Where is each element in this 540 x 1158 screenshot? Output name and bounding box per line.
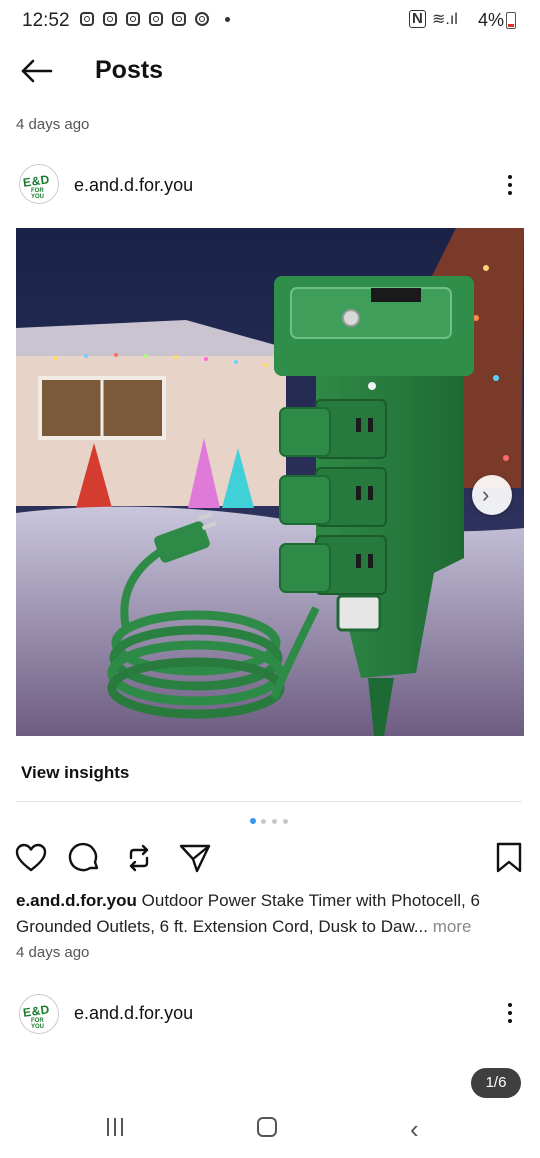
instagram-icon — [80, 12, 94, 26]
status-bar: 12:52 N ≋.ıl 4% — [0, 0, 540, 42]
post-caption: e.and.d.for.you Outdoor Power Stake Time… — [16, 888, 528, 940]
product-photo — [16, 228, 524, 736]
image-page-counter: 1/6 — [471, 1068, 521, 1098]
carousel-dot — [272, 819, 277, 824]
status-time: 12:52 — [22, 10, 70, 31]
save-button[interactable] — [492, 841, 526, 875]
arrow-left-icon — [21, 59, 53, 83]
back-button[interactable] — [18, 54, 54, 90]
post-time: 4 days ago — [16, 944, 90, 961]
repost-button[interactable] — [122, 841, 156, 875]
battery-icon — [506, 12, 516, 29]
instagram-icon — [172, 12, 186, 26]
view-insights-link[interactable]: View insights — [21, 763, 129, 783]
avatar-logo-subtext: FOR YOU — [31, 1018, 45, 1030]
wifi-signal-icon: ≋.ıl — [432, 11, 458, 28]
comment-icon — [68, 842, 99, 872]
carousel-dot — [283, 819, 288, 824]
chevron-right-icon: › — [482, 482, 490, 507]
next-post-username[interactable]: e.and.d.for.you — [74, 1003, 193, 1024]
page-title: Posts — [95, 56, 164, 84]
comment-button[interactable] — [68, 841, 102, 875]
system-back-button[interactable]: ‹ — [410, 1114, 419, 1145]
battery-percent: 4% — [478, 10, 505, 30]
recent-apps-button[interactable] — [105, 1118, 127, 1138]
caption-more-link[interactable]: more — [428, 917, 472, 936]
carousel-dot — [261, 819, 266, 824]
share-button[interactable] — [178, 841, 212, 875]
avatar[interactable]: E&D FOR YOU — [19, 994, 59, 1034]
instagram-icon — [126, 12, 140, 26]
instagram-icon — [103, 12, 117, 26]
caption-username[interactable]: e.and.d.for.you — [16, 891, 137, 910]
avatar[interactable]: E&D FOR YOU — [19, 164, 59, 204]
bookmark-icon — [496, 842, 522, 873]
repost-icon — [129, 844, 149, 872]
more-options-button[interactable] — [498, 170, 522, 200]
divider — [16, 801, 522, 802]
more-notifications-dot — [225, 17, 230, 22]
carousel-dot — [250, 818, 256, 824]
home-button[interactable] — [257, 1117, 277, 1137]
previous-post-time: 4 days ago — [16, 116, 90, 133]
threads-icon — [195, 12, 209, 26]
share-icon — [179, 844, 211, 873]
avatar-logo-subtext: FOR YOU — [31, 188, 45, 200]
instagram-icon — [149, 12, 163, 26]
carousel-indicator — [250, 818, 290, 826]
nfc-icon: N — [409, 10, 426, 28]
next-image-button[interactable]: › — [472, 475, 512, 515]
like-button[interactable] — [14, 841, 48, 875]
post-image[interactable] — [16, 228, 524, 736]
heart-icon — [15, 843, 47, 872]
post-username[interactable]: e.and.d.for.you — [74, 175, 193, 196]
more-options-button[interactable] — [498, 998, 522, 1028]
